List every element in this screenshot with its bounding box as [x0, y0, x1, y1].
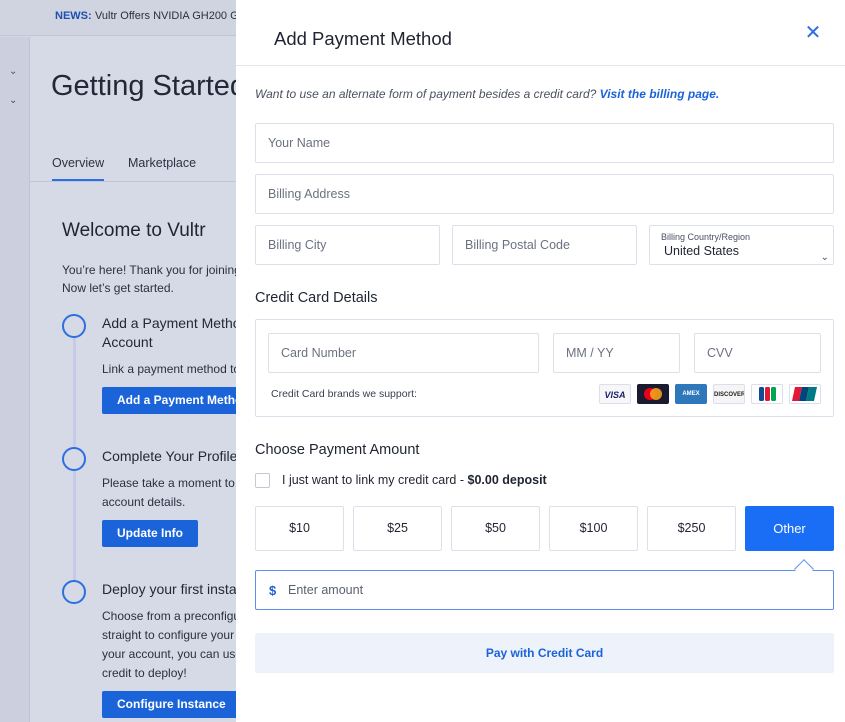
modal-title: Add Payment Method	[274, 28, 452, 49]
chevron-down-icon[interactable]: ⌄	[9, 67, 19, 77]
news-text[interactable]: Vultr Offers NVIDIA GH200 Gra	[95, 10, 248, 22]
tab-marketplace[interactable]: Marketplace	[128, 156, 196, 170]
amount-25-button[interactable]: $25	[353, 506, 442, 551]
amex-icon: AMEX	[675, 384, 707, 404]
welcome-text: You’re here! Thank you for joining	[62, 263, 241, 277]
amount-50-button[interactable]: $50	[451, 506, 540, 551]
credit-card-section-title: Credit Card Details	[255, 290, 378, 306]
close-icon[interactable]: ✕	[804, 23, 822, 43]
mastercard-icon	[637, 384, 669, 404]
visa-icon: VISA	[599, 384, 631, 404]
supported-brands-label: Credit Card brands we support:	[271, 388, 417, 400]
link-only-label: I just want to link my credit card - $0.…	[282, 473, 547, 487]
billing-page-link[interactable]: Visit the billing page.	[600, 87, 720, 101]
sidebar-rail: ⌄ ⌄	[0, 37, 30, 722]
step-title: Complete Your Profile	[102, 448, 238, 464]
step-description: straight to configure your	[102, 628, 235, 642]
modal-header: Add Payment Method ✕	[236, 0, 845, 66]
step-circle	[62, 580, 86, 604]
step-description: your account, you can use	[102, 647, 243, 661]
step-circle	[62, 314, 86, 338]
amount-other-button[interactable]: Other	[745, 506, 834, 551]
step-title: Account	[102, 334, 153, 350]
step-description: Link a payment method to	[102, 362, 241, 376]
your-name-field[interactable]: Your Name	[255, 123, 834, 163]
billing-country-value: United States	[664, 244, 740, 258]
credit-card-box: Card Number MM / YY CVV Credit Card bran…	[255, 319, 834, 417]
billing-postal-code-field[interactable]: Billing Postal Code	[452, 225, 637, 265]
amount-10-button[interactable]: $10	[255, 506, 344, 551]
link-only-text: I just want to link my credit card -	[282, 473, 465, 487]
chevron-down-icon: ⌄	[820, 252, 829, 263]
update-info-button[interactable]: Update Info	[102, 520, 198, 547]
step-description: credit to deploy!	[102, 666, 187, 680]
step-title: Deploy your first instan	[102, 581, 245, 597]
step-description: account details.	[102, 495, 186, 509]
cvv-field[interactable]: CVV	[694, 333, 821, 373]
billing-country-select[interactable]: Billing Country/Region United States ⌄	[649, 225, 834, 265]
step-circle	[62, 447, 86, 471]
billing-address-field[interactable]: Billing Address	[255, 174, 834, 214]
alternate-payment-text: Want to use an alternate form of payment…	[255, 87, 719, 101]
pay-with-credit-card-button[interactable]: Pay with Credit Card	[255, 633, 834, 673]
link-only-checkbox[interactable]	[255, 473, 270, 488]
jcb-icon	[751, 384, 783, 404]
billing-country-label: Billing Country/Region	[661, 232, 751, 242]
custom-amount-input[interactable]: $ Enter amount	[255, 570, 834, 610]
add-payment-method-modal: Add Payment Method ✕ Want to use an alte…	[236, 0, 845, 722]
step-description: Choose from a preconfigu	[102, 609, 241, 623]
alternate-payment-label: Want to use an alternate form of payment…	[255, 87, 597, 101]
amount-placeholder: Enter amount	[288, 583, 364, 597]
payment-amount-section-title: Choose Payment Amount	[255, 442, 420, 458]
page-tabs: Overview Marketplace	[30, 150, 270, 182]
welcome-title: Welcome to Vultr	[62, 220, 206, 241]
page-title: Getting Started	[51, 70, 247, 102]
card-number-field[interactable]: Card Number	[268, 333, 539, 373]
currency-symbol: $	[269, 583, 277, 598]
tab-overview[interactable]: Overview	[52, 156, 105, 181]
billing-city-field[interactable]: Billing City	[255, 225, 440, 265]
amount-250-button[interactable]: $250	[647, 506, 736, 551]
discover-icon: DISCOVER	[713, 384, 745, 404]
welcome-text: Now let’s get started.	[62, 281, 174, 295]
link-only-deposit: $0.00 deposit	[467, 473, 547, 487]
unionpay-icon	[789, 384, 821, 404]
step-description: Please take a moment to	[102, 476, 235, 490]
configure-instance-button[interactable]: Configure Instance	[102, 691, 241, 718]
chevron-down-icon[interactable]: ⌄	[9, 96, 19, 106]
news-tag: NEWS:	[55, 10, 92, 22]
expiry-field[interactable]: MM / YY	[553, 333, 680, 373]
step-title: Add a Payment Metho	[102, 315, 241, 331]
amount-100-button[interactable]: $100	[549, 506, 638, 551]
